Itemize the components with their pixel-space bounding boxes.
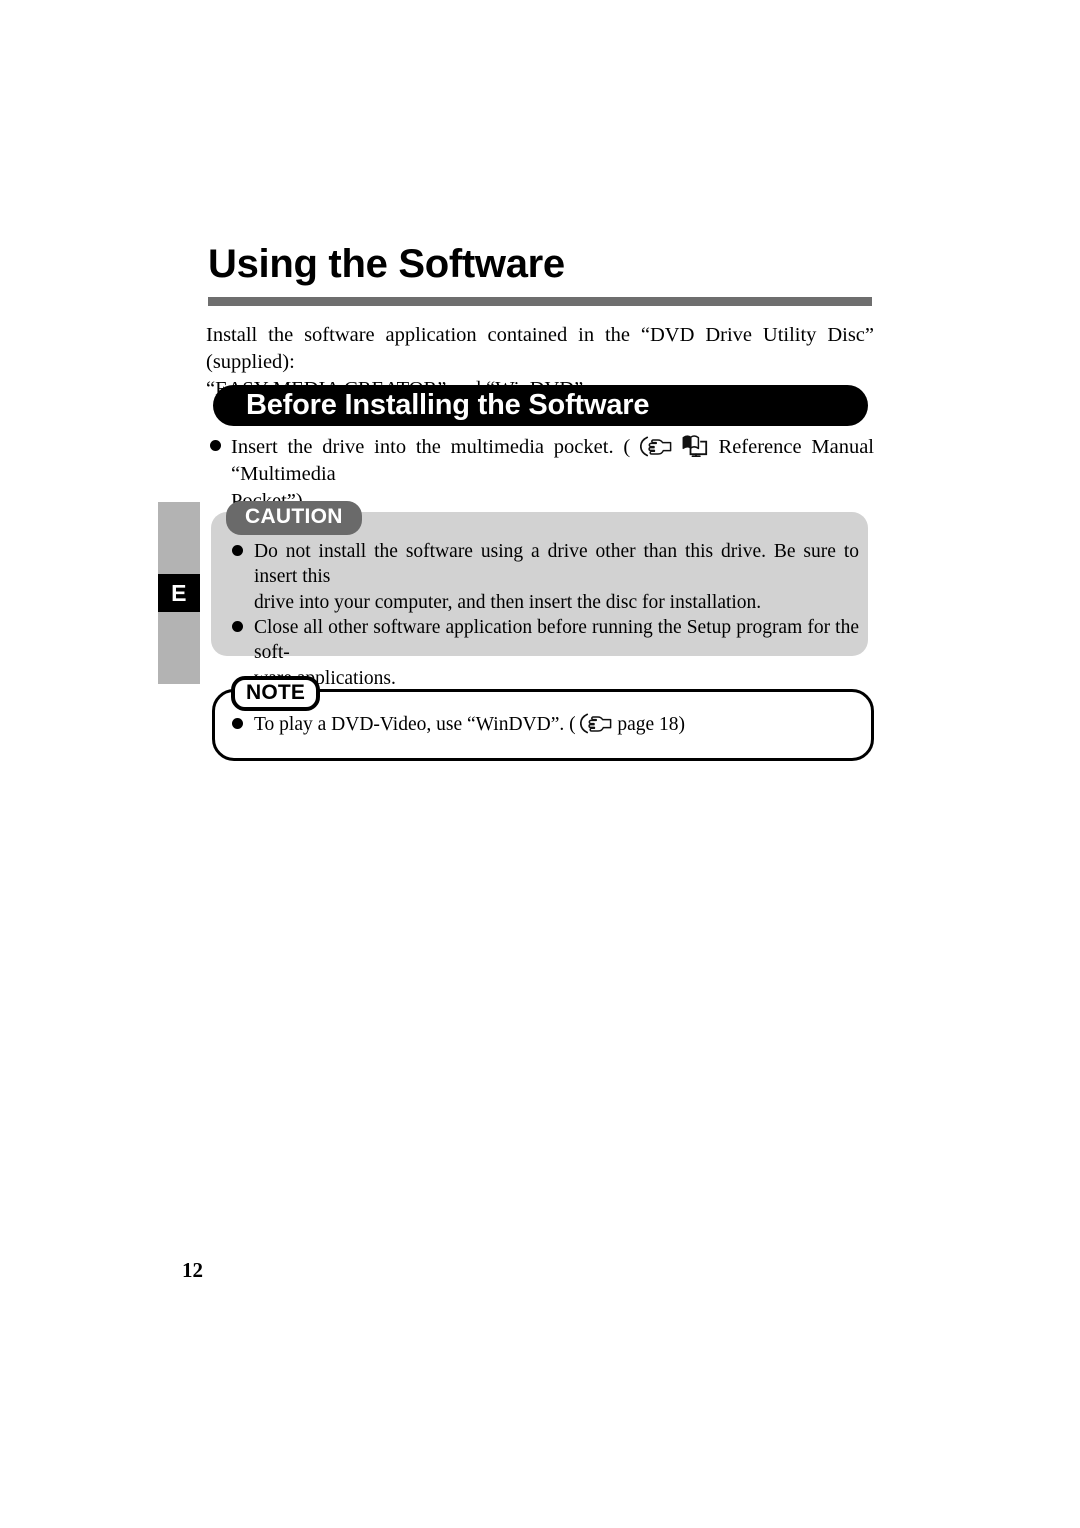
manual-page: E Using the Software Install the softwar… — [0, 0, 1080, 1528]
bullet-dot-icon — [232, 544, 243, 556]
caution-item-2-line-2: ware applications. — [254, 667, 396, 689]
margin-tab-block-above — [158, 502, 200, 574]
caution-item-2-line-1: Close all other software application bef… — [254, 617, 859, 664]
bullet-dot-icon — [232, 620, 243, 632]
list-item: To play a DVD-Video, use “WinDVD”. ( pag… — [232, 712, 852, 737]
note-text-before-icon: To play a DVD-Video, use “WinDVD”. ( — [254, 714, 576, 735]
pointing-hand-icon — [639, 436, 672, 457]
caution-item-1-line-1: Do not install the software using a driv… — [254, 541, 859, 588]
list-item: Do not install the software using a driv… — [232, 539, 859, 615]
note-badge: NOTE — [231, 676, 321, 711]
note-item-list: To play a DVD-Video, use “WinDVD”. ( pag… — [232, 712, 852, 737]
title-underline-rule — [208, 297, 872, 306]
bullet-dot-icon — [210, 440, 221, 452]
section-banner-label: Before Installing the Software — [246, 389, 650, 421]
caution-item-1-line-2: drive into your computer, and then inser… — [254, 591, 762, 613]
note-text-after-icon: page 18) — [617, 714, 686, 735]
page-number: 12 — [182, 1258, 203, 1282]
margin-index-tab: E — [158, 502, 200, 684]
reference-manual-book-icon — [682, 434, 709, 457]
intro-line-1: Install the software application contain… — [206, 324, 874, 374]
list-item: Close all other software application bef… — [232, 615, 859, 691]
bullet-dot-icon — [232, 717, 243, 729]
margin-tab-current-language: E — [158, 574, 200, 612]
margin-tab-block-below — [158, 612, 200, 684]
page-title: Using the Software — [208, 242, 565, 286]
pointing-hand-icon — [580, 713, 612, 734]
caution-badge: CAUTION — [226, 501, 362, 535]
section-banner: Before Installing the Software — [213, 385, 868, 426]
bullet-text-before-icons: Insert the drive into the multimedia poc… — [231, 436, 631, 458]
